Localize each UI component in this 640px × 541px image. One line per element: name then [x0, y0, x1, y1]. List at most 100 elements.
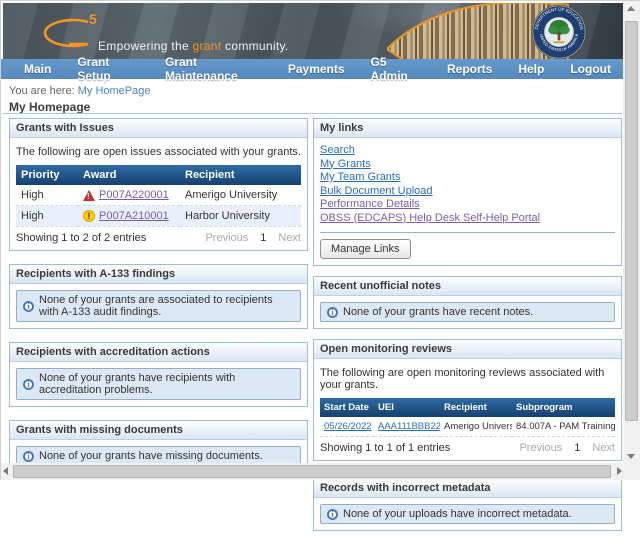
start-date-link[interactable]: 05/26/2022 [324, 421, 372, 432]
g5-application-window: 5 Empowering the grant community. DEP [0, 0, 640, 480]
col-header-award: Award [78, 165, 180, 185]
award-link[interactable]: P007A210001 [99, 210, 169, 222]
panel-header: Grants with missing documents [10, 421, 307, 440]
header-banner: 5 Empowering the grant community. DEP [3, 3, 623, 59]
table-row: High ! P007A220001 Amerigo University [16, 185, 301, 206]
subprogram-cell: 84.007A - PAM Training Program [512, 417, 615, 437]
list-item: Search [320, 144, 615, 158]
nav-item-grant-setup[interactable]: Grant Setup [64, 53, 152, 85]
link-bulk-document-upload[interactable]: Bulk Document Upload [320, 185, 433, 197]
panel-header: Recent unofficial notes [314, 277, 621, 296]
panel-open-monitoring-reviews: Open monitoring reviews The following ar… [313, 339, 622, 461]
nav-item-logout[interactable]: Logout [557, 60, 624, 78]
list-item: My Team Grants [320, 171, 615, 185]
panel-header: Grants with Issues [10, 119, 307, 138]
col-header-start-date: Start Date [320, 398, 374, 417]
panel-accreditation-actions: Recipients with accreditation actions i … [9, 342, 308, 407]
info-message: i None of your grants have recipients wi… [16, 368, 301, 400]
manage-links-button[interactable]: Manage Links [320, 239, 411, 259]
tagline: Empowering the grant community. [98, 39, 289, 53]
g5-logo-superscript: 5 [89, 11, 97, 27]
panel-my-links: My links Search My Grants My Team Grants… [313, 118, 622, 266]
col-header-uei: UEI [374, 398, 440, 417]
col-header-subprogram: Subprogram [512, 398, 615, 417]
table-row: 05/26/2022 AAA111BBB222 Amerigo Universi… [320, 417, 615, 437]
scroll-right-icon[interactable] [617, 467, 622, 475]
breadcrumb: You are here: My HomePage [9, 85, 150, 97]
link-my-team-grants[interactable]: My Team Grants [320, 171, 401, 183]
info-message: i None of your grants have recent notes. [320, 302, 615, 322]
horizontal-scrollbar-thumb[interactable] [13, 465, 611, 478]
grants-with-issues-table: Priority Award Recipient High !P007A2200… [16, 165, 301, 227]
pagination-previous[interactable]: Previous [519, 442, 562, 454]
info-icon: i [23, 301, 34, 312]
links-divider [320, 232, 615, 233]
nav-item-main[interactable]: Main [11, 60, 64, 78]
link-obss-help-desk[interactable]: OBSS (EDCAPS) Help Desk Self-Help Portal [320, 212, 540, 224]
priority-cell: High [16, 206, 78, 227]
list-item: My Grants [320, 158, 615, 172]
vertical-scrollbar[interactable] [623, 1, 640, 464]
showing-entries-text: Showing 1 to 2 of 2 entries [16, 232, 146, 244]
showing-entries-text: Showing 1 to 1 of 1 entries [320, 442, 450, 454]
info-icon: i [327, 509, 338, 520]
list-item: Performance Details [320, 198, 615, 212]
panel-header: Recipients with accreditation actions [10, 343, 307, 362]
list-item: Bulk Document Upload [320, 185, 615, 199]
panel-header: Records with incorrect metadata [314, 479, 621, 498]
info-icon: i [23, 451, 34, 462]
pagination-page-1[interactable]: 1 [260, 232, 266, 244]
scroll-left-icon[interactable] [3, 467, 8, 475]
pagination-next[interactable]: Next [278, 232, 301, 244]
panel-recent-unofficial-notes: Recent unofficial notes i None of your g… [313, 276, 622, 329]
link-search[interactable]: Search [320, 144, 355, 156]
link-my-grants[interactable]: My Grants [320, 158, 371, 170]
tagline-grant-highlight: grant [193, 39, 222, 53]
monitoring-reviews-table: Start Date UEI Recipient Subprogram 05/2… [320, 398, 615, 437]
panel-header: Recipients with A-133 findings [10, 265, 307, 284]
title-divider [3, 113, 622, 114]
list-item: OBSS (EDCAPS) Help Desk Self-Help Portal [320, 212, 615, 226]
recipient-cell: Amerigo University [440, 417, 512, 437]
panel-header: My links [314, 119, 621, 138]
nav-item-reports[interactable]: Reports [434, 60, 505, 78]
link-performance-details[interactable]: Performance Details [320, 198, 420, 210]
col-header-recipient: Recipient [180, 165, 301, 185]
info-icon: i [327, 307, 338, 318]
horizontal-scrollbar[interactable] [1, 463, 624, 480]
vertical-scrollbar-thumb[interactable] [625, 21, 638, 421]
info-message: i None of your uploads have incorrect me… [320, 504, 615, 524]
scrollbar-corner [623, 463, 640, 480]
panel-description: The following are open issues associated… [16, 146, 301, 158]
pagination-page-1[interactable]: 1 [574, 442, 580, 454]
award-link[interactable]: P007A220001 [99, 189, 169, 201]
panel-incorrect-metadata: Records with incorrect metadata i None o… [313, 478, 622, 531]
table-row: High ! P007A210001 Harbor University [16, 206, 301, 227]
scroll-down-icon[interactable] [627, 454, 635, 459]
left-column: Grants with Issues The following are ope… [9, 118, 308, 486]
uei-link[interactable]: AAA111BBB222 [378, 421, 440, 432]
nav-item-payments[interactable]: Payments [275, 60, 358, 78]
panel-a133-findings: Recipients with A-133 findings i None of… [9, 264, 308, 329]
scroll-up-icon[interactable] [627, 6, 635, 11]
panel-header: Open monitoring reviews [314, 340, 621, 359]
pagination-previous[interactable]: Previous [205, 232, 248, 244]
main-navigation-bar: Main Grant Setup Grant Maintenance Payme… [1, 59, 624, 79]
nav-item-g5-admin[interactable]: G5 Admin [358, 53, 434, 85]
breadcrumb-link-my-homepage[interactable]: My HomePage [78, 85, 151, 97]
department-of-education-seal: DEPARTMENT OF EDUCATION UNITED STATES OF… [531, 4, 587, 59]
priority-cell: High [16, 185, 78, 206]
recipient-cell: Amerigo University [180, 185, 301, 206]
page-title: My Homepage [9, 100, 90, 114]
yellow-warning-icon: ! [83, 210, 95, 222]
nav-item-help[interactable]: Help [505, 60, 557, 78]
info-message: i None of your grants are associated to … [16, 290, 301, 322]
pagination-next[interactable]: Next [592, 442, 615, 454]
info-icon: i [23, 379, 34, 390]
nav-item-grant-maintenance[interactable]: Grant Maintenance [152, 53, 275, 85]
red-alert-icon: ! [83, 190, 95, 201]
col-header-recipient: Recipient [440, 398, 512, 417]
g5-logo-icon [29, 17, 91, 49]
my-links-list: Search My Grants My Team Grants Bulk Doc… [320, 144, 615, 225]
recipient-cell: Harbor University [180, 206, 301, 227]
